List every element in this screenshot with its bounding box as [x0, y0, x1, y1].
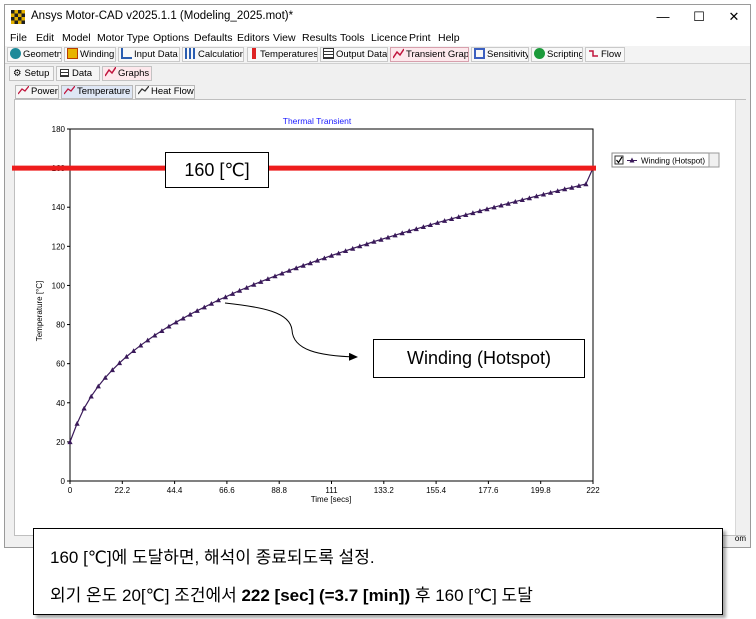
- y-tick-label: 0: [61, 477, 66, 486]
- x-tick-label: 44.4: [167, 486, 183, 495]
- y-tick-label: 40: [56, 399, 65, 408]
- y-axis-ticks: 020406080100120140160180: [52, 125, 70, 486]
- y-tick-label: 180: [52, 125, 66, 134]
- y-tick-label: 60: [56, 360, 65, 369]
- x-tick-label: 0: [68, 486, 73, 495]
- y-axis-label: Temperature [°C]: [35, 281, 44, 342]
- note-line-2-bold: 222 [sec] (=3.7 [min]): [241, 586, 411, 605]
- y-tick-label: 140: [52, 203, 66, 212]
- x-axis-label: Time [secs]: [311, 495, 352, 504]
- x-tick-label: 133.2: [374, 486, 395, 495]
- note-line-1: 160 [℃]에 도달하면, 해석이 종료되도록 설정.: [50, 548, 375, 567]
- x-axis-ticks: 0 22.2 44.4 66.6 88.8 111 133.2 155.4 177.6 199.8…: [68, 481, 600, 495]
- annotation-note: 160 [℃]에 도달하면, 해석이 종료되도록 설정. 외기 온도 20[℃]…: [33, 528, 723, 615]
- note-line-2-end: 후 160 [℃] 도달: [410, 586, 533, 605]
- y-tick-label: 100: [52, 281, 66, 290]
- x-tick-label: 66.6: [219, 486, 235, 495]
- series-callout: Winding (Hotspot): [373, 339, 585, 378]
- y-tick-label: 120: [52, 242, 66, 251]
- x-tick-label: 222: [586, 486, 600, 495]
- note-line-2: 외기 온도 20[℃] 조건에서 222 [sec] (=3.7 [min]) …: [50, 581, 533, 606]
- threshold-callout: 160 [℃]: [165, 152, 269, 188]
- y-tick-label: 20: [56, 438, 65, 447]
- plot-area: [69, 128, 594, 482]
- note-line-2-start: 외기 온도 20[℃] 조건에서: [50, 586, 242, 605]
- x-tick-label: 199.8: [531, 486, 552, 495]
- x-tick-label: 88.8: [271, 486, 287, 495]
- x-tick-label: 177.6: [478, 486, 499, 495]
- x-tick-label: 22.2: [115, 486, 131, 495]
- chart-area: Thermal Transient 0204060801001201401601…: [12, 116, 720, 504]
- x-tick-label: 111: [325, 486, 338, 495]
- chart-title: Thermal Transient: [283, 116, 352, 126]
- legend: Winding (Hotspot): [611, 152, 720, 168]
- legend-label: Winding (Hotspot): [641, 157, 705, 166]
- y-tick-label: 80: [56, 321, 65, 330]
- legend-scrollbar[interactable]: [708, 152, 720, 168]
- x-tick-label: 155.4: [426, 486, 447, 495]
